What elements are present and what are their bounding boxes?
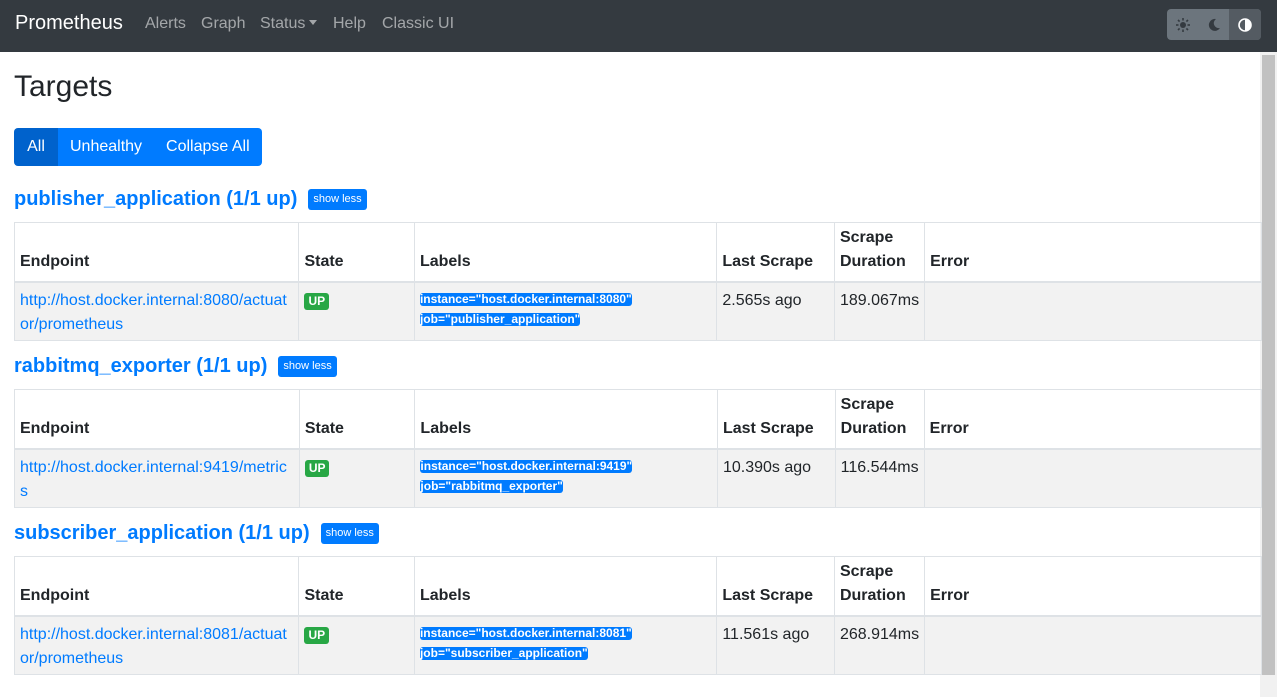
state-cell: UP bbox=[298, 281, 415, 341]
endpoint-cell: http://host.docker.internal:8080/actuato… bbox=[13, 281, 300, 341]
filter-unhealthy-button[interactable]: Unhealthy bbox=[58, 128, 155, 166]
scrollbar-thumb[interactable] bbox=[1262, 55, 1275, 675]
targets-table: Endpoint State Labels Last Scrape Scrape… bbox=[14, 389, 1263, 508]
last-scrape-cell: 11.561s ago bbox=[716, 615, 835, 675]
labels-cell: instance="host.docker.internal:8080" job… bbox=[413, 281, 718, 341]
label-badge: job="rabbitmq_exporter" bbox=[420, 478, 563, 493]
table-header-row: Endpoint State Labels Last Scrape Scrape… bbox=[14, 389, 1263, 450]
targets-table: Endpoint State Labels Last Scrape Scrape… bbox=[13, 556, 1262, 675]
col-last-scrape: Last Scrape bbox=[716, 222, 835, 283]
table-row: http://host.docker.internal:8081/actuato… bbox=[13, 615, 1262, 675]
job-header-publisher: publisher_application (1/1 up) show less bbox=[14, 188, 367, 211]
error-cell bbox=[924, 281, 1262, 341]
half-circle-icon bbox=[1238, 17, 1252, 32]
endpoint-cell: http://host.docker.internal:9419/metrics bbox=[14, 448, 300, 508]
table-row: http://host.docker.internal:8080/actuato… bbox=[13, 281, 1262, 341]
col-endpoint: Endpoint bbox=[13, 222, 300, 283]
col-state: State bbox=[298, 389, 416, 450]
labels-cell: instance="host.docker.internal:9419" job… bbox=[414, 448, 718, 508]
col-error: Error bbox=[924, 222, 1262, 283]
col-last-scrape: Last Scrape bbox=[716, 389, 836, 450]
label-badge: instance="host.docker.internal:8081" bbox=[419, 625, 632, 640]
error-cell bbox=[924, 615, 1262, 675]
col-labels: Labels bbox=[413, 556, 718, 617]
job-title[interactable]: rabbitmq_exporter (1/1 up) bbox=[14, 355, 267, 378]
table-header-row: Endpoint State Labels Last Scrape Scrape… bbox=[13, 222, 1262, 283]
label-badge: instance="host.docker.internal:8080" bbox=[419, 291, 632, 306]
nav-help[interactable]: Help bbox=[333, 15, 366, 33]
endpoint-link[interactable]: http://host.docker.internal:9419/metrics bbox=[20, 459, 287, 500]
job-title[interactable]: subscriber_application (1/1 up) bbox=[14, 522, 310, 545]
label-badge: job="subscriber_application" bbox=[419, 645, 588, 660]
job-header-rabbitmq: rabbitmq_exporter (1/1 up) show less bbox=[14, 355, 337, 378]
duration-cell: 268.914ms bbox=[833, 615, 926, 675]
state-cell: UP bbox=[298, 615, 415, 675]
show-less-button[interactable]: show less bbox=[278, 356, 337, 377]
theme-auto-button[interactable] bbox=[1229, 9, 1261, 40]
error-cell bbox=[923, 448, 1263, 508]
col-state: State bbox=[298, 222, 415, 283]
show-less-button[interactable]: show less bbox=[308, 189, 367, 210]
col-error: Error bbox=[923, 389, 1263, 450]
label-badge: job="publisher_application" bbox=[419, 311, 581, 326]
targets-table: Endpoint State Labels Last Scrape Scrape… bbox=[13, 222, 1262, 341]
nav-graph[interactable]: Graph bbox=[201, 15, 245, 33]
col-endpoint: Endpoint bbox=[13, 556, 300, 617]
collapse-all-button[interactable]: Collapse All bbox=[154, 128, 262, 166]
filter-all-button[interactable]: All bbox=[14, 128, 58, 166]
nav-alerts[interactable]: Alerts bbox=[145, 15, 186, 33]
show-less-button[interactable]: show less bbox=[320, 523, 379, 544]
col-labels: Labels bbox=[413, 222, 718, 283]
status-badge: UP bbox=[304, 292, 330, 310]
labels-cell: instance="host.docker.internal:8081" job… bbox=[413, 615, 718, 675]
page-title: Targets bbox=[14, 70, 113, 103]
sun-icon bbox=[1175, 17, 1190, 32]
brand-link[interactable]: Prometheus bbox=[15, 12, 123, 35]
label-badge: instance="host.docker.internal:9419" bbox=[420, 458, 633, 473]
col-scrape-duration: Scrape Duration bbox=[833, 222, 926, 283]
endpoint-link[interactable]: http://host.docker.internal:8080/actuato… bbox=[20, 292, 287, 333]
chevron-down-icon bbox=[309, 20, 318, 25]
nav-classic-ui[interactable]: Classic UI bbox=[382, 15, 454, 33]
col-error: Error bbox=[924, 556, 1262, 617]
theme-light-button[interactable] bbox=[1167, 9, 1198, 40]
filter-button-group: All Unhealthy Collapse All bbox=[14, 128, 262, 166]
duration-cell: 116.544ms bbox=[834, 448, 925, 508]
endpoint-link[interactable]: http://host.docker.internal:8081/actuato… bbox=[20, 626, 287, 667]
col-scrape-duration: Scrape Duration bbox=[834, 389, 925, 450]
status-badge: UP bbox=[304, 459, 330, 477]
col-endpoint: Endpoint bbox=[14, 389, 300, 450]
last-scrape-cell: 10.390s ago bbox=[716, 448, 836, 508]
col-labels: Labels bbox=[414, 389, 718, 450]
status-badge: UP bbox=[304, 626, 330, 644]
nav-status[interactable]: Status bbox=[260, 15, 318, 33]
table-header-row: Endpoint State Labels Last Scrape Scrape… bbox=[13, 556, 1262, 617]
theme-dark-button[interactable] bbox=[1198, 9, 1229, 40]
col-last-scrape: Last Scrape bbox=[716, 556, 835, 617]
theme-toggle-group bbox=[1167, 9, 1261, 40]
col-scrape-duration: Scrape Duration bbox=[833, 556, 926, 617]
top-navbar: Prometheus Alerts Graph Status Help Clas… bbox=[0, 0, 1277, 52]
nav-status-label: Status bbox=[260, 15, 306, 32]
moon-icon bbox=[1208, 18, 1220, 31]
table-row: http://host.docker.internal:9419/metrics… bbox=[14, 448, 1263, 508]
state-cell: UP bbox=[298, 448, 416, 508]
last-scrape-cell: 2.565s ago bbox=[716, 281, 835, 341]
endpoint-cell: http://host.docker.internal:8081/actuato… bbox=[13, 615, 300, 675]
job-title[interactable]: publisher_application (1/1 up) bbox=[14, 188, 297, 211]
duration-cell: 189.067ms bbox=[833, 281, 926, 341]
job-header-subscriber: subscriber_application (1/1 up) show les… bbox=[14, 522, 379, 545]
col-state: State bbox=[298, 556, 415, 617]
